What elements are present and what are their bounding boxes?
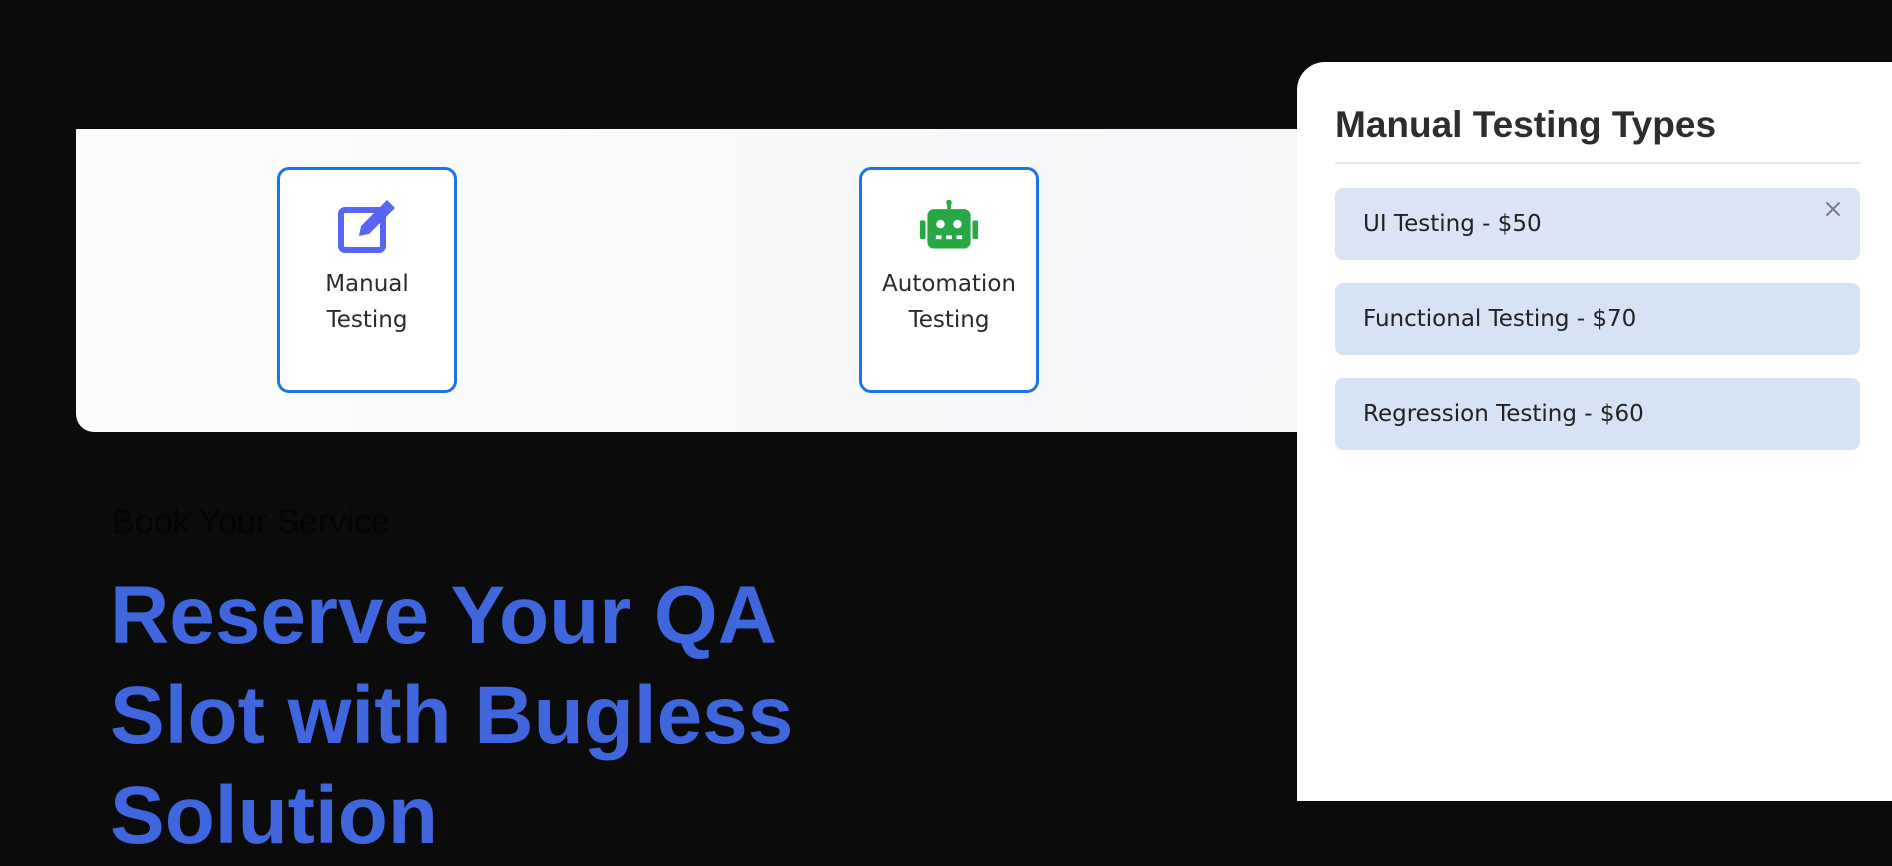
close-icon[interactable] [1820, 196, 1846, 222]
manual-testing-card[interactable]: Manual Testing [277, 167, 457, 393]
testing-type-option[interactable]: Regression Testing - $60 [1335, 378, 1860, 450]
service-selector: Manual Testing Automation Testing [76, 129, 1406, 432]
section-eyebrow: Book Your Service [112, 503, 390, 541]
robot-icon [918, 198, 980, 254]
option-label: UI Testing - $50 [1363, 211, 1542, 237]
hero-title: Reserve Your QA Slot with Bugless Soluti… [110, 570, 794, 861]
panel-title: Manual Testing Types [1335, 104, 1860, 164]
testing-type-list: UI Testing - $50 Functional Testing - $7… [1335, 188, 1860, 450]
service-label: Automation Testing [882, 271, 1016, 333]
edit-icon [336, 198, 398, 254]
option-label: Functional Testing - $70 [1363, 306, 1637, 332]
service-label: Manual Testing [325, 271, 409, 333]
option-label: Regression Testing - $60 [1363, 401, 1644, 427]
testing-types-panel: Manual Testing Types UI Testing - $50 Fu… [1297, 62, 1892, 801]
testing-type-option[interactable]: Functional Testing - $70 [1335, 283, 1860, 355]
automation-testing-card[interactable]: Automation Testing [859, 167, 1039, 393]
testing-type-option[interactable]: UI Testing - $50 [1335, 188, 1860, 260]
